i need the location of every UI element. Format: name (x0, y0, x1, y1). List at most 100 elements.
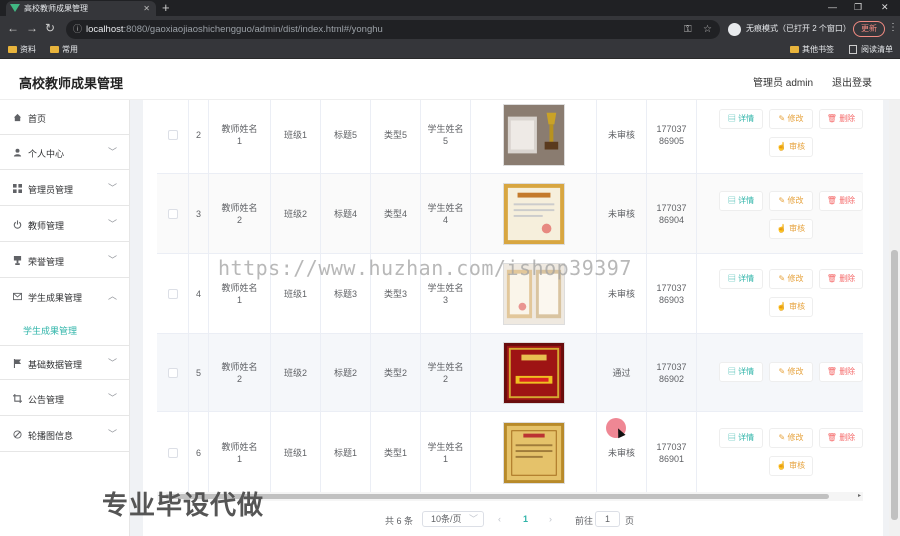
user-icon (13, 148, 22, 157)
incognito-indicator[interactable]: 无痕模式（已打开 2 个窗口） (728, 21, 851, 37)
delete-button[interactable]: 🗑 删除 (819, 269, 863, 289)
reading-list[interactable]: 阅读清单 (849, 42, 893, 58)
certificate-image[interactable] (502, 341, 565, 404)
detail-button[interactable]: ▤ 详情 (719, 428, 763, 448)
detail-button[interactable]: ▤ 详情 (719, 109, 763, 129)
document-icon: ▤ (727, 274, 739, 283)
url-path: :8080/gaoxiaojiaoshichengguo/admin/dist/… (123, 24, 383, 35)
star-icon[interactable]: ☆ (703, 20, 712, 39)
edit-button[interactable]: ✎ 修改 (769, 109, 813, 129)
tab-title: 高校教师成果管理 (24, 4, 88, 13)
audit-button[interactable]: ☝ 审核 (769, 456, 813, 476)
delete-button[interactable]: 🗑 删除 (819, 428, 863, 448)
edit-button[interactable]: ✎ 修改 (769, 269, 813, 289)
audit-button[interactable]: ☝ 审核 (769, 137, 813, 157)
page-size-select[interactable]: 10条/页 ﹀ (422, 511, 484, 527)
detail-button[interactable]: ▤ 详情 (719, 191, 763, 211)
thumb-icon: ☝ (776, 142, 790, 151)
browser-tab[interactable]: 高校教师成果管理 ✕ (6, 1, 156, 16)
window-close-icon[interactable]: ✕ (881, 0, 889, 15)
row-checkbox-cell (157, 412, 189, 493)
delete-button[interactable]: 🗑 删除 (819, 191, 863, 211)
sidebar-item-profile[interactable]: 个人中心 ﹀ (0, 135, 129, 170)
bookmark-folder[interactable]: 常用 (50, 42, 78, 58)
update-button[interactable]: 更新 (853, 21, 885, 37)
edit-button[interactable]: ✎ 修改 (769, 362, 813, 382)
chevron-down-icon: ﹀ (468, 514, 478, 524)
crop-icon (13, 394, 22, 403)
teacher-name: 教师姓名2 (209, 334, 271, 411)
vertical-scroll-thumb[interactable] (891, 250, 898, 520)
row-checkbox-cell (157, 254, 189, 333)
row-checkbox-cell (157, 100, 189, 173)
edit-button[interactable]: ✎ 修改 (769, 191, 813, 211)
certificate-image[interactable] (502, 421, 565, 484)
trash-icon: 🗑 (826, 196, 840, 205)
delete-button[interactable]: 🗑 删除 (819, 109, 863, 129)
info-icon[interactable]: ⓘ (73, 20, 82, 39)
certificate-cell (471, 174, 597, 253)
watermark-url: https://www.huzhan.com/ishop39397 (218, 256, 632, 280)
row-checkbox-cell (157, 334, 189, 411)
delete-button[interactable]: 🗑 删除 (819, 362, 863, 382)
tab-close-icon[interactable]: ✕ (143, 1, 150, 16)
reload-icon[interactable]: ↻ (45, 21, 55, 35)
more-icon[interactable]: ⋮ (888, 22, 898, 33)
sidebar-item-student-results[interactable]: 学生成果管理 ︿ (0, 279, 129, 314)
result-type: 类型4 (371, 174, 421, 253)
detail-button[interactable]: ▤ 详情 (719, 269, 763, 289)
document-icon: ▤ (727, 114, 739, 123)
audit-status: 未审核 (597, 174, 647, 253)
row-checkbox[interactable] (167, 129, 178, 140)
sidebar-item-home[interactable]: 首页 (0, 100, 129, 135)
audit-button[interactable]: ☝ 审核 (769, 219, 813, 239)
audit-button[interactable]: ☝ 审核 (769, 297, 813, 317)
result-title: 标题2 (321, 334, 371, 411)
chevron-up-icon: ︿ (108, 291, 118, 301)
next-page-icon[interactable]: › (549, 514, 552, 524)
audit-status: 通过 (597, 334, 647, 411)
forward-icon[interactable]: → (26, 21, 38, 35)
row-checkbox[interactable] (167, 367, 178, 378)
detail-button[interactable]: ▤ 详情 (719, 362, 763, 382)
edit-button[interactable]: ✎ 修改 (769, 428, 813, 448)
sidebar-item-honors[interactable]: 荣誉管理 ﹀ (0, 243, 129, 278)
row-checkbox[interactable] (167, 447, 178, 458)
chevron-down-icon: ﹀ (108, 429, 118, 439)
grid-icon (13, 184, 22, 193)
goto-page-input[interactable]: 1 (595, 511, 620, 527)
new-tab-button[interactable]: + (162, 0, 170, 15)
sidebar-item-basic-data[interactable]: 基础数据管理 ﹀ (0, 345, 129, 380)
folder-icon (50, 46, 59, 53)
minimize-icon[interactable]: — (828, 0, 837, 15)
bookmark-folder[interactable]: 资料 (8, 42, 36, 58)
horizontal-scroll-thumb[interactable] (165, 494, 829, 499)
student-name: 学生姓名1 (421, 412, 471, 493)
trophy-icon (13, 256, 22, 265)
goto-label: 前往 (575, 516, 594, 526)
student-name: 学生姓名5 (421, 100, 471, 173)
back-icon[interactable]: ← (7, 21, 19, 35)
sidebar-subitem-student-results[interactable]: 学生成果管理 (0, 315, 129, 345)
sidebar-item-teachers[interactable]: 教师管理 ﹀ (0, 207, 129, 242)
page-number-current[interactable]: 1 (523, 514, 528, 524)
vertical-scrollbar[interactable] (889, 100, 900, 536)
scroll-right-icon[interactable]: ▸ (858, 492, 861, 499)
logout-link[interactable]: 退出登录 (832, 74, 872, 89)
chevron-down-icon: ﹀ (108, 219, 118, 229)
certificate-image[interactable] (502, 182, 565, 245)
row-index: 4 (189, 254, 209, 333)
row-checkbox-cell (157, 174, 189, 253)
bookmark-folder-other[interactable]: 其他书签 (790, 42, 834, 58)
sidebar-item-carousel[interactable]: 轮播图信息 ﹀ (0, 417, 129, 452)
prev-page-icon[interactable]: ‹ (498, 514, 501, 524)
document-icon: ▤ (727, 196, 739, 205)
row-checkbox[interactable] (167, 288, 178, 299)
sidebar-item-notices[interactable]: 公告管理 ﹀ (0, 381, 129, 416)
row-checkbox[interactable] (167, 208, 178, 219)
certificate-image[interactable] (502, 103, 565, 166)
url-input[interactable]: ⓘ localhost:8080/gaoxiaojiaoshichengguo/… (66, 20, 720, 39)
sidebar-item-admins[interactable]: 管理员管理 ﹀ (0, 171, 129, 206)
restore-icon[interactable]: ❐ (854, 0, 862, 15)
key-icon[interactable]: ⚿ (684, 20, 692, 39)
